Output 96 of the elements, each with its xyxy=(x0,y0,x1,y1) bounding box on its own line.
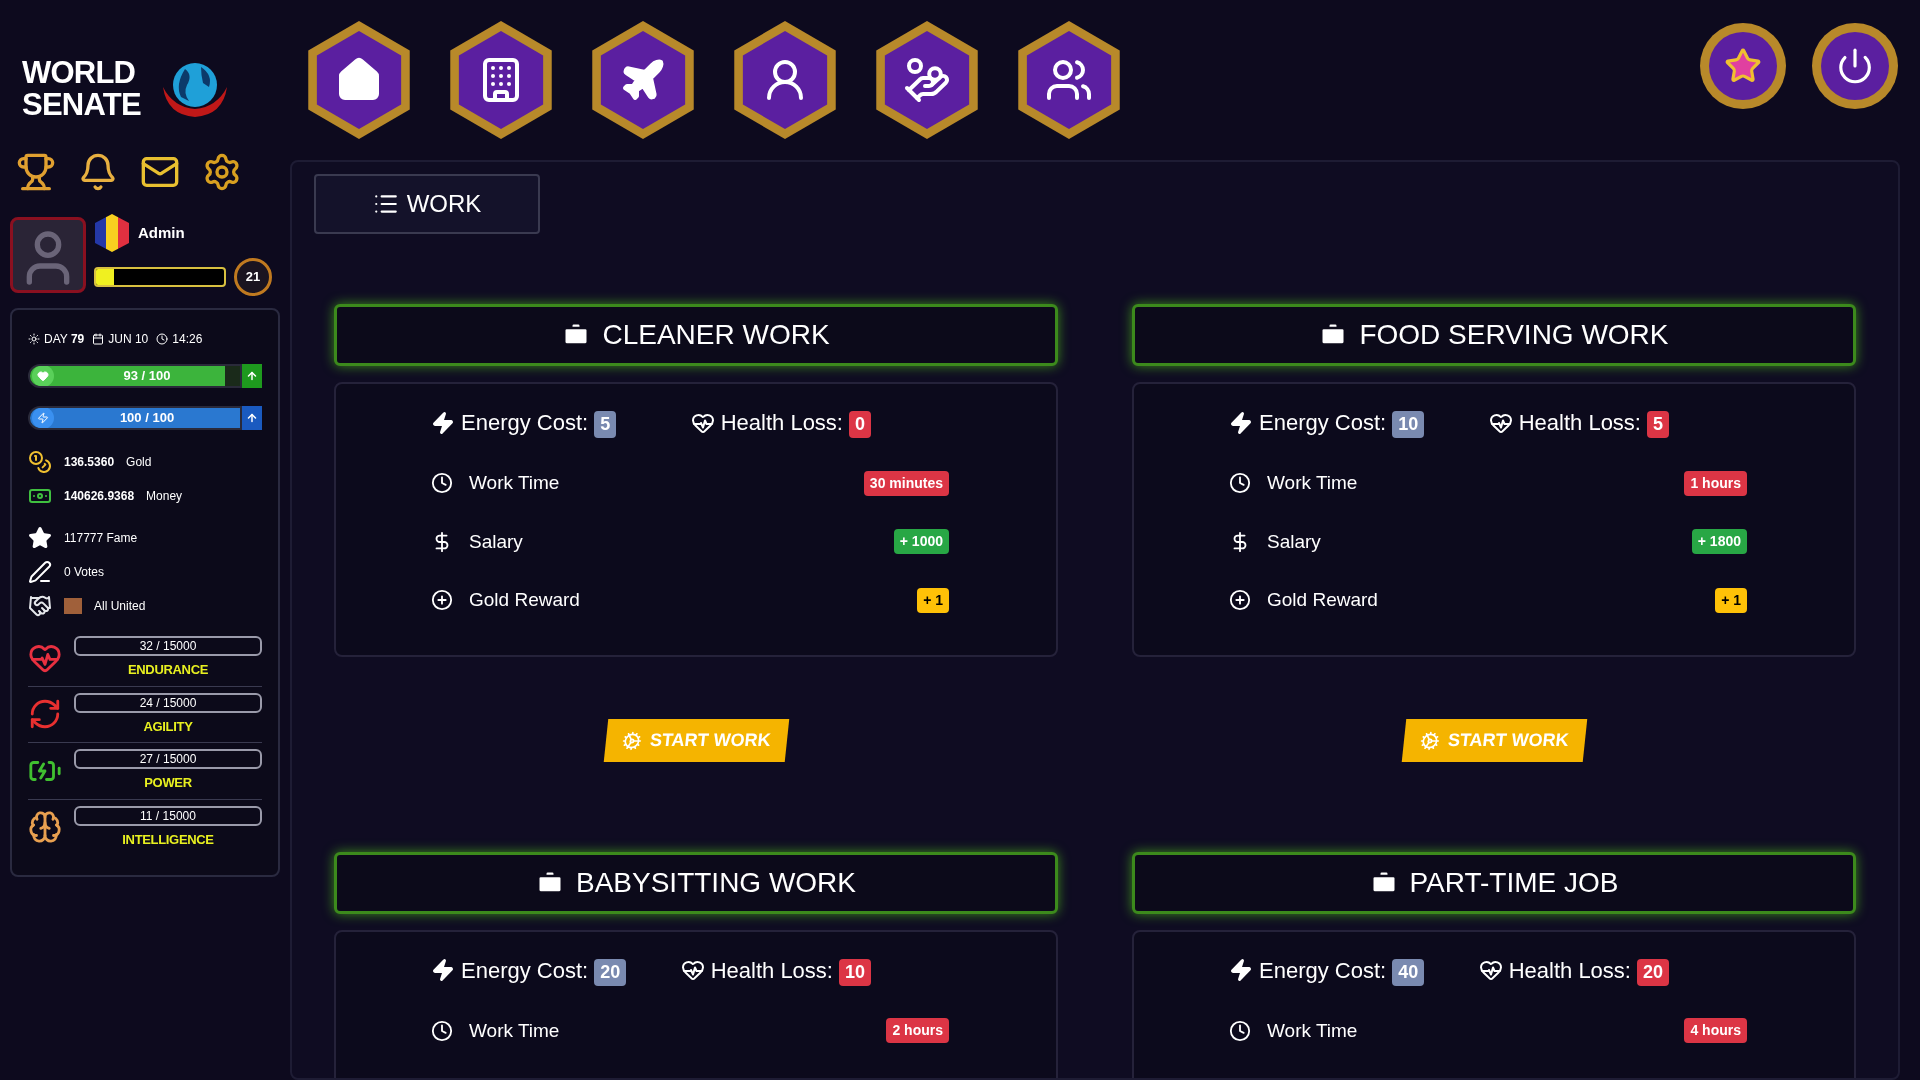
time-text: 14:26 xyxy=(172,331,203,348)
attribute-reading: 24 / 15000 xyxy=(74,692,262,713)
flag-icon xyxy=(94,214,130,252)
date-text: JUN 10 xyxy=(108,331,149,348)
row-label: Salary xyxy=(1267,529,1321,554)
trophy-icon xyxy=(16,152,56,192)
attribute-label: ENDURANCE xyxy=(127,661,209,679)
upgrade-button[interactable] xyxy=(242,406,262,430)
upgrade-button[interactable] xyxy=(242,364,262,388)
settings-icon xyxy=(202,152,242,192)
attribute-label: INTELLIGENCE xyxy=(122,830,214,849)
attribute-reading: 32 / 15000 xyxy=(74,636,262,656)
clock-icon xyxy=(431,472,453,495)
lightning-icon xyxy=(1229,410,1253,435)
arrow-up-icon xyxy=(246,412,258,424)
energy-label: Energy Cost: xyxy=(461,409,589,437)
energy-label: Energy Cost: xyxy=(1259,409,1387,437)
row-value: 30 minutes xyxy=(863,470,949,496)
job-title: BABYSITTING WORK xyxy=(576,865,856,900)
attribute-label: POWER xyxy=(144,774,192,792)
sun-icon xyxy=(28,333,40,345)
heart-pulse-icon xyxy=(1478,958,1503,982)
health-value: 20 xyxy=(1636,958,1669,986)
attribute-reading: 27 / 15000 xyxy=(74,749,262,769)
health-label: Health Loss: xyxy=(720,409,843,437)
level-badge: 21 xyxy=(234,258,272,296)
brain-icon xyxy=(28,810,62,845)
clock-icon xyxy=(1229,472,1251,495)
stat-value: All United xyxy=(94,598,146,615)
row-label: Salary xyxy=(469,529,523,554)
lightning-icon xyxy=(37,412,49,424)
lightning-icon xyxy=(431,958,455,982)
energy-value: 40 xyxy=(1392,958,1425,986)
coins-icon xyxy=(28,450,52,474)
heart-pulse-icon xyxy=(680,958,705,982)
star-medal-icon xyxy=(1724,47,1762,85)
energy-value: 10 xyxy=(1392,411,1425,438)
plus-circle-icon xyxy=(431,589,453,612)
row-label: Gold Reward xyxy=(469,588,580,612)
row-label: Work Time xyxy=(469,471,560,495)
stat-label: Money xyxy=(146,488,183,505)
row-value: 4 hours xyxy=(1684,1018,1747,1044)
start-work-button[interactable]: START WORK xyxy=(1401,718,1587,762)
work-tab[interactable]: WORK xyxy=(314,174,540,234)
row-label: Work Time xyxy=(1267,471,1358,495)
stat-value: 140626.9368 xyxy=(64,488,135,505)
health-label: Health Loss: xyxy=(1508,956,1631,985)
heart-icon xyxy=(37,370,49,382)
power-icon xyxy=(1836,47,1874,85)
job-title: PART-TIME JOB xyxy=(1409,865,1619,900)
row-label: Gold Reward xyxy=(1267,588,1378,612)
row-value: 1 hours xyxy=(1684,470,1747,496)
health-value: 10 xyxy=(838,958,871,986)
handshake-icon xyxy=(28,594,52,618)
lightning-icon xyxy=(431,410,455,435)
row-value: + 1800 xyxy=(1691,529,1747,555)
row-label: Work Time xyxy=(1267,1018,1358,1043)
health-label: Health Loss: xyxy=(710,956,833,985)
clock-icon xyxy=(156,333,169,345)
bar-reading: 93 / 100 xyxy=(122,367,172,386)
energy-value: 20 xyxy=(594,958,627,986)
stat-value: 117777 Fame xyxy=(64,530,138,547)
row-value: + 1 xyxy=(1715,587,1747,613)
party-logo-placeholder xyxy=(64,598,82,614)
job-title: FOOD SERVING WORK xyxy=(1359,318,1669,352)
clock-icon xyxy=(1229,1019,1251,1042)
day-text: DAY 79 xyxy=(44,331,85,348)
energy-label: Energy Cost: xyxy=(461,956,589,985)
bar-reading: 100 / 100 xyxy=(118,409,176,428)
row-label: Work Time xyxy=(469,1018,560,1043)
arrow-up-icon xyxy=(246,370,258,382)
health-value: 0 xyxy=(849,411,871,438)
health-label: Health Loss: xyxy=(1518,409,1641,437)
row-value: + 1 xyxy=(917,587,949,613)
stat-value: 0 Votes xyxy=(64,564,105,581)
start-work-button[interactable]: START WORK xyxy=(603,718,789,762)
hand-coin-icon xyxy=(903,56,951,104)
username: Admin xyxy=(138,222,185,243)
row-value: + 1000 xyxy=(893,529,949,555)
stat-label: Gold xyxy=(126,454,152,471)
plus-circle-icon xyxy=(1229,589,1251,612)
star-icon xyxy=(28,526,52,550)
job-title: CLEANER WORK xyxy=(602,318,830,352)
energy-label: Energy Cost: xyxy=(1259,956,1387,985)
row-value: 2 hours xyxy=(886,1018,949,1044)
energy-value: 5 xyxy=(594,411,617,438)
bell-icon xyxy=(78,152,118,192)
calendar-icon xyxy=(92,333,105,345)
stat-value: 136.5360 xyxy=(64,454,115,471)
logo-text: WORLD SENATE xyxy=(22,57,141,121)
pen-icon xyxy=(28,560,52,584)
lightning-icon xyxy=(1229,958,1253,982)
attribute-label: AGILITY xyxy=(143,717,193,736)
clock-icon xyxy=(431,1019,453,1042)
attribute-reading: 11 / 15000 xyxy=(74,805,262,826)
health-value: 5 xyxy=(1647,411,1669,438)
